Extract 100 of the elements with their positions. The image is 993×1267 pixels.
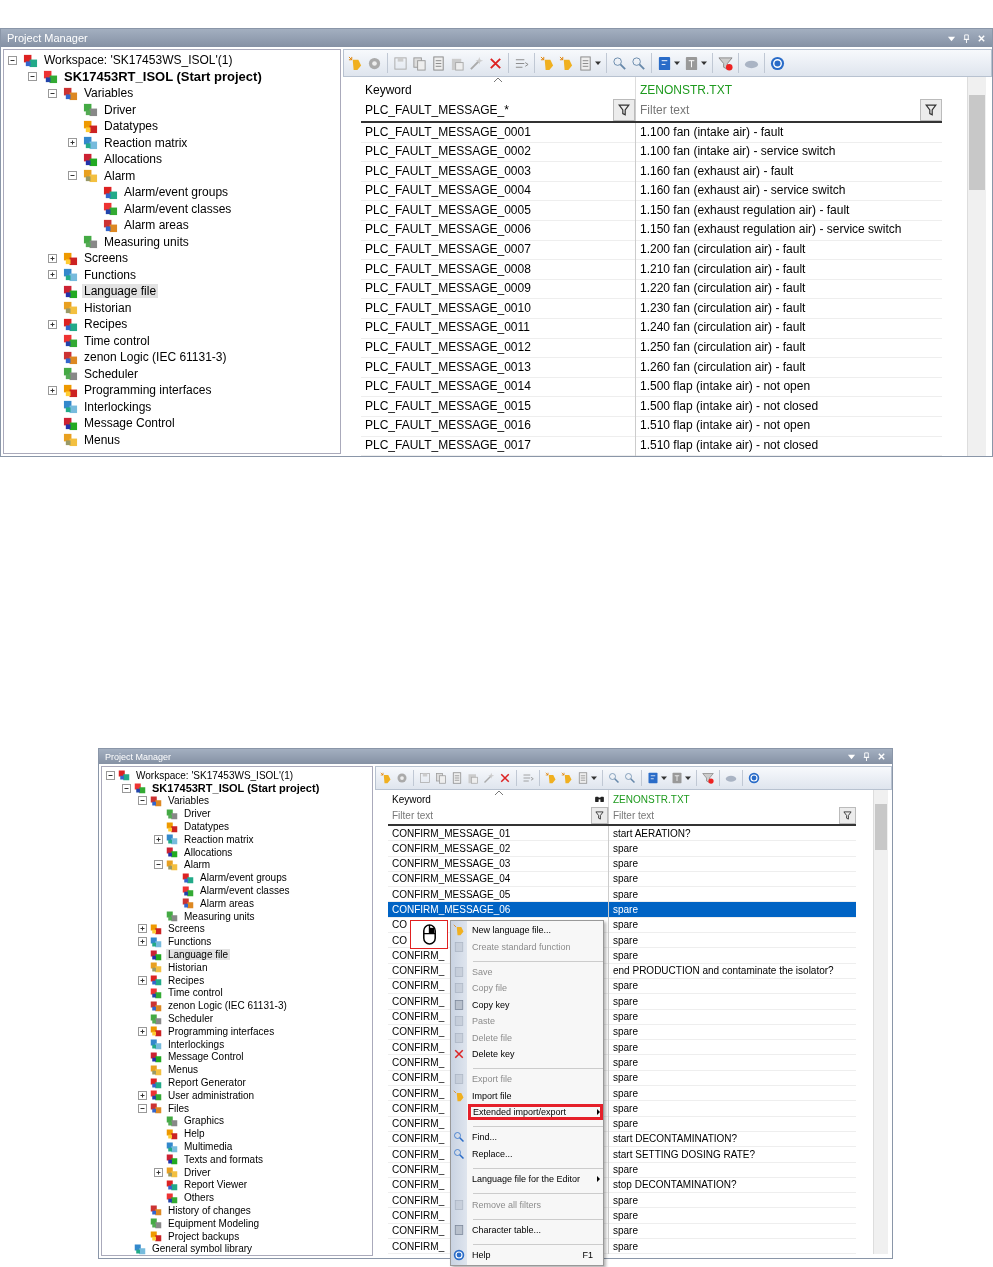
search-icon[interactable] bbox=[612, 55, 627, 71]
table-row[interactable]: PLC_FAULT_MESSAGE_0015 1.500 flap (intake air) - not closed bbox=[361, 397, 942, 417]
expand-icon[interactable] bbox=[138, 924, 147, 934]
help-icon[interactable] bbox=[748, 772, 760, 784]
tree-item[interactable]: SK17453RT_ISOL (Start project) bbox=[150, 782, 322, 795]
table-row[interactable]: PLC_FAULT_MESSAGE_0002 1.100 fan (intake air) - service switch bbox=[361, 142, 942, 163]
collapse-icon[interactable] bbox=[8, 55, 17, 65]
table-row[interactable]: PLC_FAULT_MESSAGE_0016 1.510 flap (intake air) - not open bbox=[361, 416, 942, 437]
tree-item[interactable]: Measuring units bbox=[182, 910, 257, 922]
filter-button[interactable] bbox=[839, 807, 856, 824]
gear-icon[interactable] bbox=[396, 772, 408, 784]
dropdown-icon[interactable] bbox=[847, 752, 856, 761]
table-row[interactable]: PLC_FAULT_MESSAGE_0014 1.500 flap (intake air) - not open bbox=[361, 377, 942, 398]
filter-button[interactable] bbox=[920, 99, 942, 121]
search-icon[interactable] bbox=[624, 772, 636, 784]
tree-item[interactable]: Message Control bbox=[166, 1051, 246, 1063]
expand-icon[interactable] bbox=[138, 937, 147, 947]
tree-item[interactable]: User administration bbox=[166, 1089, 257, 1101]
table-row[interactable]: PLC_FAULT_MESSAGE_0005 1.150 fan (exhaust regulation air) - fault bbox=[361, 201, 942, 221]
scrollbar[interactable] bbox=[873, 790, 888, 1255]
copy-icon[interactable] bbox=[412, 55, 427, 71]
delete-icon[interactable] bbox=[499, 772, 511, 784]
tree-item[interactable]: Datatypes bbox=[102, 119, 161, 134]
table-row[interactable]: PLC_FAULT_MESSAGE_0008 1.210 fan (circulation air) - fault bbox=[361, 260, 942, 280]
filter-button[interactable] bbox=[613, 99, 635, 121]
tree-item[interactable]: Workspace: 'SK17453WS_ISOL'(1) bbox=[42, 53, 235, 68]
tree-item[interactable]: Variables bbox=[166, 795, 211, 807]
tree-item[interactable]: Message Control bbox=[82, 416, 177, 431]
scrollbar[interactable] bbox=[967, 77, 986, 457]
tree-item[interactable]: Historian bbox=[166, 961, 210, 973]
tree-item[interactable]: Interlockings bbox=[166, 1038, 227, 1050]
tree-item[interactable]: Alarm areas bbox=[122, 218, 191, 233]
collapse-icon[interactable] bbox=[154, 860, 163, 870]
tree-item[interactable]: Project backups bbox=[166, 1230, 242, 1242]
tree-item[interactable]: Report Generator bbox=[166, 1077, 248, 1088]
document-icon[interactable] bbox=[431, 55, 446, 71]
tree-item[interactable]: Language file bbox=[166, 949, 231, 961]
copy-icon[interactable] bbox=[435, 772, 447, 784]
expand-icon[interactable] bbox=[68, 138, 77, 148]
collapse-icon[interactable] bbox=[28, 72, 37, 82]
tree-item[interactable]: Interlockings bbox=[82, 399, 154, 414]
table-row[interactable]: CONFIRM_MESSAGE_01 start AERATION? bbox=[388, 826, 856, 842]
expand-icon[interactable] bbox=[138, 1026, 147, 1036]
tree-item[interactable]: Functions bbox=[82, 267, 139, 282]
tree-item[interactable]: Screens bbox=[166, 923, 207, 935]
caret-icon[interactable] bbox=[674, 60, 680, 66]
sparkle-icon[interactable] bbox=[559, 55, 574, 71]
tree-item[interactable]: Alarm/event groups bbox=[198, 872, 289, 884]
tree-item[interactable]: Allocations bbox=[102, 152, 165, 167]
document-icon[interactable] bbox=[451, 772, 463, 784]
table-row[interactable]: PLC_FAULT_MESSAGE_0003 1.160 fan (exhaust air) - fault bbox=[361, 162, 942, 182]
close-icon[interactable] bbox=[977, 33, 986, 43]
column-header[interactable]: ZENONSTR.TXT bbox=[609, 790, 856, 807]
tree-item[interactable]: Alarm/event classes bbox=[122, 201, 234, 216]
tree-item[interactable]: Alarm bbox=[102, 168, 138, 183]
tree-item[interactable]: Measuring units bbox=[102, 234, 191, 249]
tree-item[interactable]: Scheduler bbox=[82, 366, 141, 381]
tree-item[interactable]: Equipment Modeling bbox=[166, 1217, 262, 1229]
search-icon[interactable] bbox=[608, 772, 620, 784]
tree-item[interactable]: Alarm/event groups bbox=[122, 185, 231, 200]
table-row[interactable]: PLC_FAULT_MESSAGE_0013 1.260 fan (circulation air) - fault bbox=[361, 358, 942, 378]
table-row[interactable]: PLC_FAULT_MESSAGE_0006 1.150 fan (exhaust regulation air) - service switch bbox=[361, 220, 942, 241]
tree-item[interactable]: zenon Logic (IEC 61131-3) bbox=[82, 350, 229, 365]
tree-item[interactable]: Alarm areas bbox=[198, 897, 256, 909]
caret-icon[interactable] bbox=[661, 775, 667, 781]
table-row[interactable]: PLC_FAULT_MESSAGE_0004 1.160 fan (exhaust air) - service switch bbox=[361, 181, 942, 202]
collapse-icon[interactable] bbox=[138, 796, 147, 806]
tree-item[interactable]: Functions bbox=[166, 936, 214, 948]
tree-item[interactable]: Time control bbox=[166, 987, 225, 999]
tree-item[interactable]: Texts and formats bbox=[182, 1153, 265, 1165]
expand-icon[interactable] bbox=[138, 975, 147, 985]
expand-icon[interactable] bbox=[138, 1090, 147, 1100]
caret-icon[interactable] bbox=[685, 775, 691, 781]
tree-item[interactable]: Historian bbox=[82, 300, 134, 315]
tree-item[interactable]: Alarm bbox=[182, 859, 213, 871]
table-row[interactable]: PLC_FAULT_MESSAGE_0017 1.510 flap (intake air) - not closed bbox=[361, 436, 942, 457]
expand-icon[interactable] bbox=[154, 1167, 163, 1177]
table-row[interactable]: PLC_FAULT_MESSAGE_0007 1.200 fan (circulation air) - fault bbox=[361, 240, 942, 261]
tree-item[interactable]: Reaction matrix bbox=[102, 135, 190, 150]
collapse-icon[interactable] bbox=[106, 770, 115, 780]
tree-item[interactable]: Help bbox=[182, 1128, 207, 1140]
collapse-icon[interactable] bbox=[122, 783, 131, 793]
sparkle-icon[interactable] bbox=[540, 55, 555, 71]
tree-item[interactable]: Graphics bbox=[182, 1115, 226, 1127]
tree-item[interactable]: Recipes bbox=[166, 974, 207, 986]
filter-icon[interactable] bbox=[702, 772, 714, 784]
collapse-icon[interactable] bbox=[68, 171, 77, 181]
tree-item[interactable]: Files bbox=[166, 1102, 192, 1114]
menu-item[interactable]: Find... bbox=[451, 1129, 603, 1146]
gear-icon[interactable] bbox=[367, 55, 382, 71]
delete-icon[interactable] bbox=[488, 55, 503, 71]
help-icon[interactable] bbox=[770, 55, 785, 71]
table-row[interactable]: PLC_FAULT_MESSAGE_0012 1.250 fan (circulation air) - fault bbox=[361, 338, 942, 359]
tree-item[interactable]: Others bbox=[182, 1192, 216, 1204]
tree-item[interactable]: Report Viewer bbox=[182, 1179, 250, 1191]
tree-item[interactable]: Driver bbox=[182, 1166, 213, 1178]
tree-item[interactable]: Time control bbox=[82, 333, 152, 348]
scroll-thumb[interactable] bbox=[875, 804, 887, 850]
table-row[interactable]: PLC_FAULT_MESSAGE_0010 1.230 fan (circulation air) - fault bbox=[361, 299, 942, 319]
tree-item[interactable]: Menus bbox=[82, 432, 123, 447]
